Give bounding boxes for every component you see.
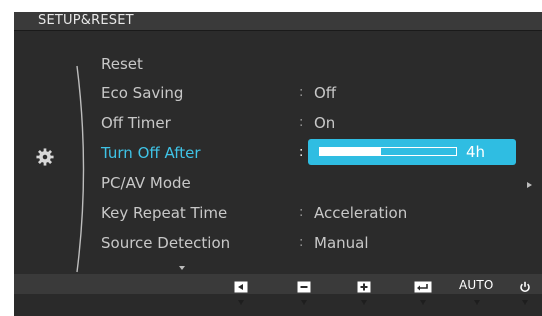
- menu-item-key-repeat-time[interactable]: Key Repeat Time: [101, 201, 227, 225]
- separator: :: [299, 85, 304, 100]
- tick-down-icon: [301, 300, 307, 305]
- menu-bracket: [76, 65, 85, 273]
- turn-off-after-value: 4h: [466, 143, 486, 161]
- osd-window: SETUP&RESET Reset Eco Saving : Off Off T…: [14, 12, 542, 316]
- power-icon[interactable]: [519, 281, 531, 293]
- minus-icon[interactable]: [297, 281, 311, 293]
- menu-item-turn-off-after[interactable]: Turn Off After: [101, 141, 201, 165]
- auto-key[interactable]: AUTO: [459, 277, 494, 293]
- tick-down-icon: [361, 300, 367, 305]
- separator: :: [299, 235, 304, 250]
- eco-saving-value: Off: [314, 84, 337, 102]
- tick-down-icon: [238, 300, 244, 305]
- source-detection-value: Manual: [314, 234, 369, 252]
- menu-item-source-detection[interactable]: Source Detection: [101, 231, 230, 255]
- menu-item-off-timer[interactable]: Off Timer: [101, 111, 171, 135]
- osd-header: SETUP&RESET: [14, 12, 542, 31]
- menu-title: SETUP&RESET: [38, 13, 134, 28]
- chevron-right-icon: [527, 182, 532, 188]
- scroll-down-icon[interactable]: [178, 264, 186, 272]
- separator: :: [299, 205, 304, 220]
- menu-item-eco-saving[interactable]: Eco Saving: [101, 81, 183, 105]
- menu-item-pc-av-mode[interactable]: PC/AV Mode: [101, 171, 191, 195]
- tick-down-icon: [522, 300, 528, 305]
- gear-icon: [36, 148, 54, 166]
- key-repeat-time-value: Acceleration: [314, 204, 408, 222]
- enter-icon[interactable]: [414, 281, 432, 293]
- turn-off-after-slider[interactable]: [319, 147, 457, 156]
- separator: :: [299, 145, 304, 160]
- tick-down-icon: [474, 300, 480, 305]
- plus-icon[interactable]: [357, 281, 371, 293]
- tick-down-icon: [420, 300, 426, 305]
- menu-item-reset[interactable]: Reset: [101, 52, 143, 76]
- slider-fill: [320, 148, 382, 155]
- off-timer-value: On: [314, 114, 336, 132]
- left-arrow-icon[interactable]: [234, 281, 248, 293]
- separator: :: [299, 115, 304, 130]
